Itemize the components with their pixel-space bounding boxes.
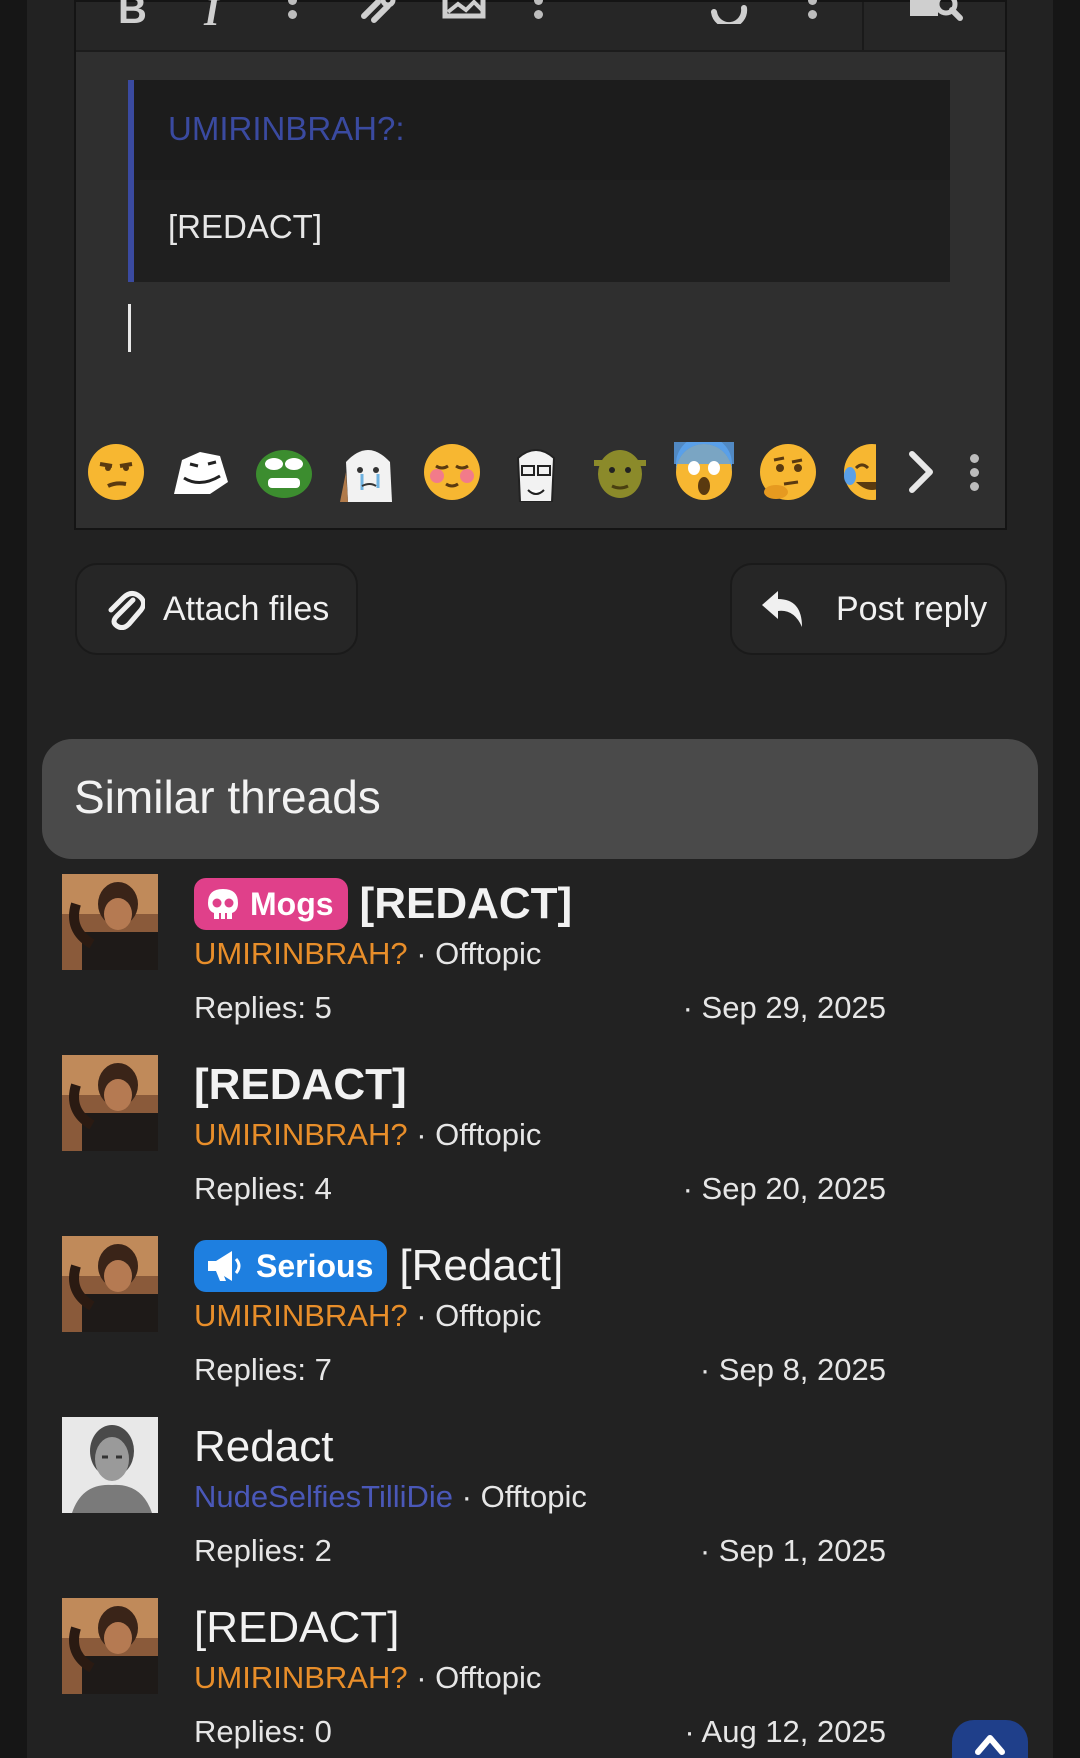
thread-forum[interactable]: Offtopic <box>435 1117 541 1152</box>
post-reply-label: Post reply <box>836 589 988 628</box>
thread-forum[interactable]: Offtopic <box>481 1479 587 1514</box>
thread-date-value: Sep 8, 2025 <box>718 1352 886 1387</box>
thread-item[interactable]: Serious [Redact] UMIRINBRAH? · Offtopic … <box>62 1236 962 1416</box>
thread-date-value: Aug 12, 2025 <box>701 1714 886 1749</box>
thread-date-value: Sep 20, 2025 <box>701 1171 886 1206</box>
separator-dot: · <box>453 1479 481 1514</box>
thread-author[interactable]: UMIRINBRAH? <box>194 1117 408 1152</box>
thread-author[interactable]: UMIRINBRAH? <box>194 1298 408 1333</box>
prefix-badge-mogs[interactable]: Mogs <box>194 878 348 930</box>
more-text-options-icon[interactable] <box>288 0 300 36</box>
avatar[interactable] <box>62 1055 158 1151</box>
separator-dot: · <box>407 936 436 971</box>
thread-item[interactable]: Mogs [REDACT] UMIRINBRAH? · Offtopic Rep… <box>62 874 962 1054</box>
thread-date-value: Sep 1, 2025 <box>718 1533 886 1568</box>
avatar[interactable] <box>62 1417 158 1513</box>
separator-dot: · <box>407 1117 436 1152</box>
thread-meta: UMIRINBRAH? · Offtopic <box>194 1660 541 1696</box>
thread-title-row: Serious [Redact] <box>194 1238 563 1294</box>
thread-replies: Replies: 4 <box>194 1171 332 1206</box>
thread-forum[interactable]: Offtopic <box>435 1660 541 1695</box>
more-options-icon[interactable] <box>808 0 820 36</box>
paperclip-icon <box>108 590 145 630</box>
thread-title[interactable]: [REDACT] <box>194 1060 407 1110</box>
prefix-label: Serious <box>256 1247 374 1284</box>
thread-date-value: Sep 29, 2025 <box>701 990 886 1025</box>
thread-title-row: [REDACT] <box>194 1057 407 1113</box>
editor-toolbar: B I <box>76 0 1005 52</box>
reply-arrow-icon <box>762 591 802 627</box>
similar-threads-heading: Similar threads <box>42 739 1038 859</box>
toolbar-divider <box>862 2 864 50</box>
unamused-face-icon[interactable] <box>86 442 146 502</box>
quote-text: [REDACT] <box>168 208 323 245</box>
preview-icon[interactable] <box>908 0 964 36</box>
thread-replies: Replies: 7 <box>194 1352 332 1387</box>
thread-date: · Aug 12, 2025 <box>684 1714 886 1749</box>
emoji-bar <box>86 436 986 512</box>
thread-date: · Sep 8, 2025 <box>699 1352 886 1387</box>
thread-title-row: [REDACT] <box>194 1600 399 1656</box>
attach-files-button[interactable]: Attach files <box>75 563 358 655</box>
prefix-label: Mogs <box>250 885 334 922</box>
thread-replies: Replies: 5 <box>194 990 332 1025</box>
avatar[interactable] <box>62 1598 158 1694</box>
undo-icon[interactable] <box>710 0 750 30</box>
thread-date: · Sep 29, 2025 <box>682 990 886 1025</box>
thread-author[interactable]: UMIRINBRAH? <box>194 936 408 971</box>
thread-author[interactable]: UMIRINBRAH? <box>194 1660 408 1695</box>
separator-dot: · <box>407 1660 436 1695</box>
thread-item[interactable]: [REDACT] UMIRINBRAH? · Offtopic Replies:… <box>62 1055 962 1235</box>
soyjak-icon[interactable] <box>506 442 566 503</box>
skull-icon <box>208 889 238 919</box>
link-icon[interactable] <box>358 0 402 34</box>
thread-meta: UMIRINBRAH? · Offtopic <box>194 936 541 972</box>
more-insert-options-icon[interactable] <box>534 0 546 36</box>
thread-replies: Replies: 0 <box>194 1714 332 1749</box>
separator-dot: · <box>407 1298 436 1333</box>
quoted-message: UMIRINBRAH?: [REDACT] <box>128 80 950 282</box>
emoji-next-icon[interactable] <box>906 450 936 505</box>
scroll-to-top-button[interactable] <box>952 1720 1028 1758</box>
avatar[interactable] <box>62 1236 158 1332</box>
shrek-icon[interactable] <box>590 442 650 502</box>
emoji-more-icon[interactable] <box>970 454 982 496</box>
laughing-tears-icon[interactable] <box>842 442 876 502</box>
text-cursor <box>128 304 131 352</box>
thread-date: · Sep 1, 2025 <box>699 1533 886 1568</box>
thread-meta: UMIRINBRAH? · Offtopic <box>194 1298 541 1334</box>
thread-forum[interactable]: Offtopic <box>435 1298 541 1333</box>
image-icon[interactable] <box>442 0 486 34</box>
thread-title[interactable]: [Redact] <box>399 1241 563 1291</box>
arrow-up-icon <box>975 1735 1005 1755</box>
quote-author[interactable]: UMIRINBRAH?: <box>134 80 950 180</box>
pepe-laugh-icon[interactable] <box>254 442 314 502</box>
post-reply-button[interactable]: Post reply <box>730 563 1007 655</box>
thread-meta: NudeSelfiesTilliDie · Offtopic <box>194 1479 587 1515</box>
thread-forum[interactable]: Offtopic <box>435 936 541 971</box>
thread-title[interactable]: Redact <box>194 1422 333 1472</box>
thinking-face-icon[interactable] <box>758 442 818 502</box>
thread-title[interactable]: [REDACT] <box>194 1603 399 1653</box>
scream-face-icon[interactable] <box>674 436 734 502</box>
italic-icon[interactable]: I <box>204 0 220 34</box>
avatar[interactable] <box>62 874 158 970</box>
reply-editor[interactable]: B I UMIRINBRAH?: [REDACT] <box>74 0 1007 530</box>
thread-title-row: Mogs [REDACT] <box>194 876 572 932</box>
thread-date: · Sep 20, 2025 <box>682 1171 886 1206</box>
troll-face-icon[interactable] <box>170 442 230 502</box>
thread-title-row: Redact <box>194 1419 333 1475</box>
thread-meta: UMIRINBRAH? · Offtopic <box>194 1117 541 1153</box>
prefix-badge-serious[interactable]: Serious <box>194 1240 388 1292</box>
crying-wojak-icon[interactable] <box>338 442 398 502</box>
thread-title[interactable]: [REDACT] <box>360 879 573 929</box>
attach-files-label: Attach files <box>163 589 330 628</box>
thread-replies: Replies: 2 <box>194 1533 332 1568</box>
megaphone-icon <box>208 1251 241 1281</box>
thread-author[interactable]: NudeSelfiesTilliDie <box>194 1479 453 1514</box>
thread-item[interactable]: Redact NudeSelfiesTilliDie · Offtopic Re… <box>62 1417 962 1597</box>
relieved-face-icon[interactable] <box>422 442 482 502</box>
thread-item[interactable]: [REDACT] UMIRINBRAH? · Offtopic Replies:… <box>62 1598 962 1758</box>
bold-icon[interactable]: B <box>118 0 147 32</box>
